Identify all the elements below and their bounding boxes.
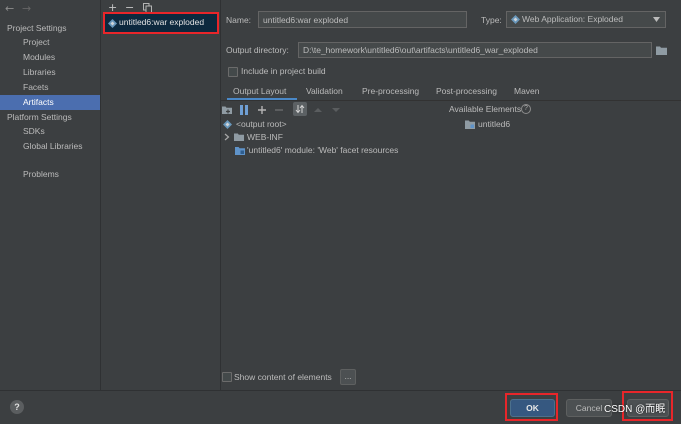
columns-icon[interactable] [239,105,249,115]
output-directory-label: Output directory: [226,45,289,55]
more-options-button[interactable]: ... [340,369,356,385]
artifact-editor: Name: Type: Web Application: Exploded Ou… [221,0,681,390]
tree-node-label: 'untitled6' module: 'Web' facet resource… [247,145,399,155]
include-in-build-checkbox[interactable] [228,67,238,77]
available-elements-help-icon[interactable]: ? [521,104,531,114]
add-artifact-button[interactable]: + [108,1,117,15]
chevron-down-icon [653,17,660,22]
chevron-right-icon[interactable] [224,133,230,141]
tab-maven[interactable]: Maven [514,84,540,99]
show-content-label: Show content of elements [234,372,332,382]
section-header-platform-settings: Platform Settings [7,112,72,122]
sidebar-item-artifacts[interactable]: Artifacts [0,95,100,110]
war-exploded-icon [108,19,117,28]
section-header-project-settings: Project Settings [7,23,67,33]
show-content-checkbox[interactable] [222,372,232,382]
ok-button[interactable]: OK [510,399,555,417]
module-icon [235,147,245,155]
name-label: Name: [226,15,252,25]
back-arrow-icon[interactable]: ← [5,2,14,16]
sidebar-item-modules[interactable]: Modules [0,50,100,65]
sidebar-item-problems[interactable]: Problems [0,167,100,182]
sidebar-item-sdks[interactable]: SDKs [0,124,100,139]
tab-output-layout[interactable]: Output Layout [233,84,286,99]
sidebar-item-global-libraries[interactable]: Global Libraries [0,139,100,154]
sort-icon [295,104,305,114]
output-root-icon [223,120,232,129]
include-in-build-label: Include in project build [241,66,326,76]
sort-button[interactable] [293,102,307,116]
type-label: Type: [481,15,502,25]
type-select[interactable]: Web Application: Exploded [506,11,666,28]
remove-icon[interactable] [274,105,284,115]
sidebar: ← → Project Settings Project Modules Lib… [0,0,101,390]
sidebar-item-facets[interactable]: Facets [0,80,100,95]
available-element-label: untitled6 [478,119,511,129]
tab-bar-divider [221,100,681,101]
artifact-list-item-label: untitled6:war exploded [119,17,205,27]
folder-icon [234,133,244,141]
artifacts-list-panel: + − untitled6:war exploded [101,0,221,390]
tab-validation[interactable]: Validation [306,84,343,99]
output-directory-input[interactable] [298,42,652,58]
dialog-footer: ? OK Cancel CSDN @而眠 [0,390,681,424]
web-application-icon [511,15,520,24]
remove-artifact-button[interactable]: − [125,1,134,15]
new-folder-icon[interactable] [222,105,232,115]
add-icon[interactable] [257,105,267,115]
name-input[interactable] [258,11,467,28]
sidebar-item-project[interactable]: Project [0,35,100,50]
type-select-value: Web Application: Exploded [522,14,623,24]
module-folder-icon [465,120,475,129]
move-down-icon[interactable] [331,105,341,115]
forward-arrow-icon[interactable]: → [22,2,31,16]
tab-post-processing[interactable]: Post-processing [436,84,497,99]
copy-icon[interactable] [143,3,152,13]
watermark: CSDN @而眠 [604,404,666,415]
tree-node-web-facet-resources[interactable]: 'untitled6' module: 'Web' facet resource… [221,143,441,158]
artifact-list-item[interactable]: untitled6:war exploded [105,14,217,32]
tab-pre-processing[interactable]: Pre-processing [362,84,419,99]
sidebar-item-libraries[interactable]: Libraries [0,65,100,80]
browse-folder-icon[interactable] [656,46,667,55]
help-button[interactable]: ? [10,400,24,414]
move-up-icon[interactable] [313,105,323,115]
available-elements-title: Available Elements [449,104,522,114]
available-element-untitled6[interactable]: untitled6 [461,117,581,132]
